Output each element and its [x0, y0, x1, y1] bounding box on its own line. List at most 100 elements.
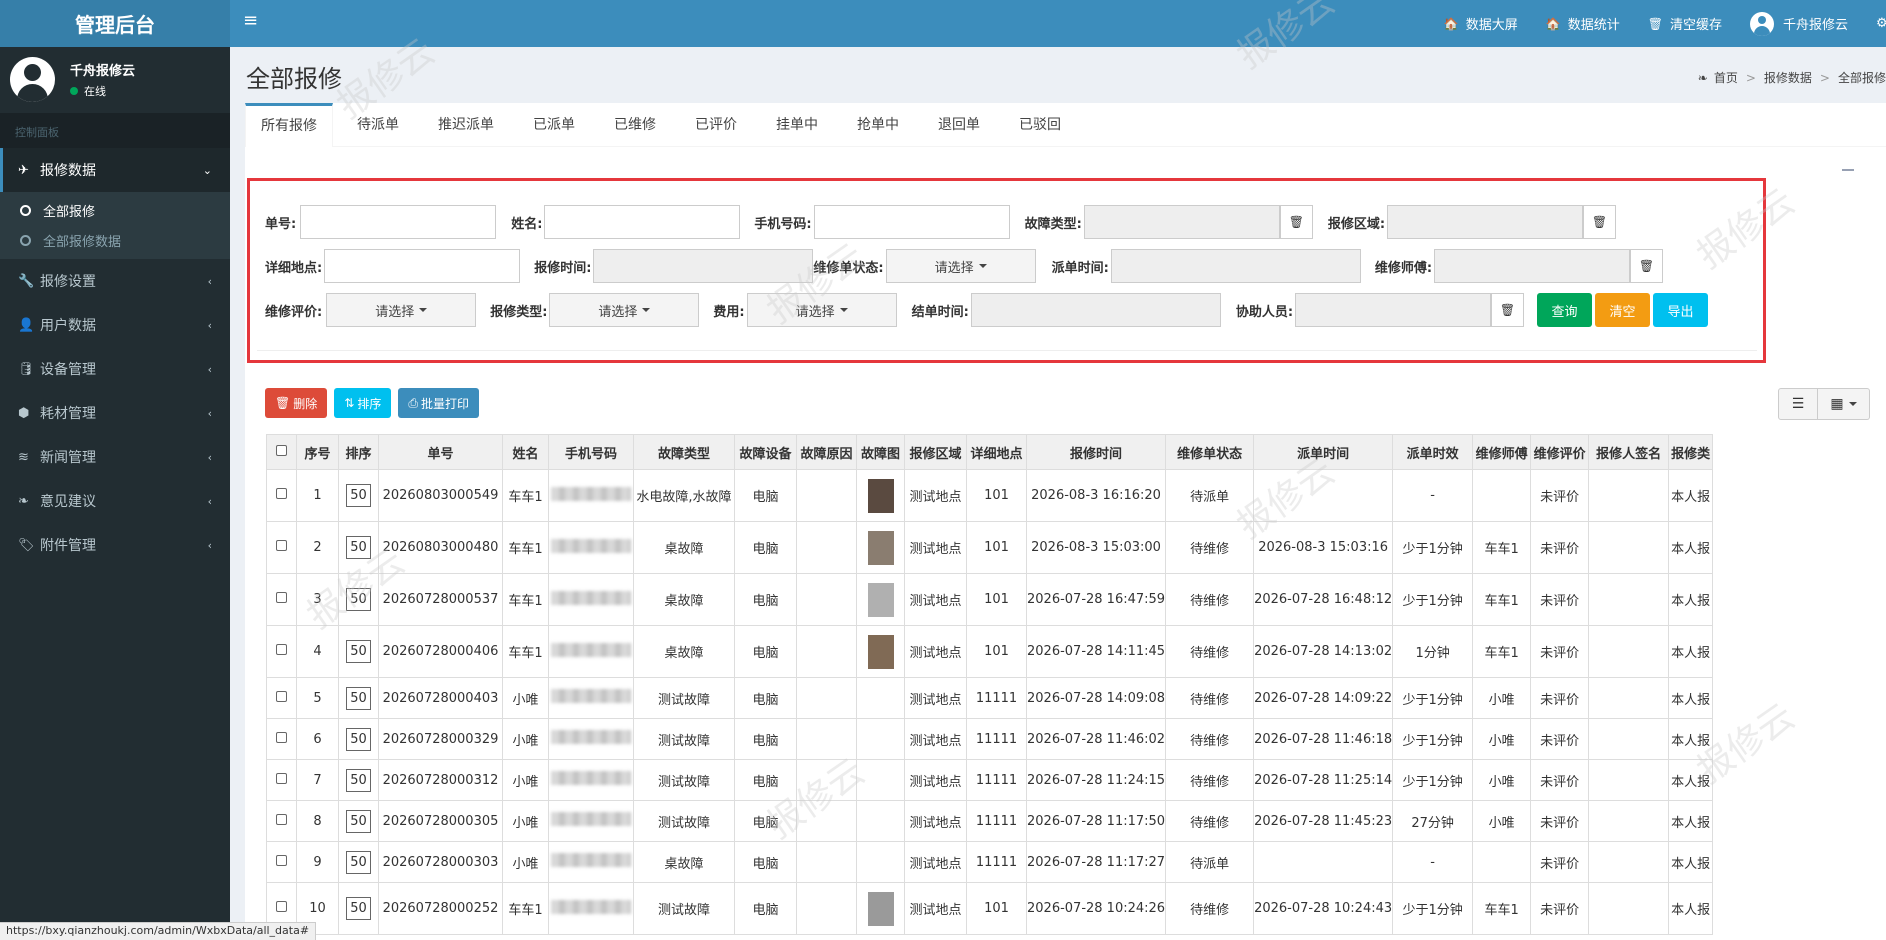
row-checkbox[interactable] — [266, 718, 297, 760]
sort-button[interactable]: ⇅ 排序 — [334, 388, 392, 418]
column-header[interactable]: 报修区域 — [904, 434, 967, 470]
rating-select[interactable]: 请选择 — [326, 293, 477, 327]
fee-select[interactable]: 请选择 — [746, 293, 897, 327]
sidebar-item-news[interactable]: ≋ 新闻管理 ‹ — [0, 435, 230, 479]
query-button[interactable]: 查询 — [1537, 293, 1593, 327]
fault-image-thumbnail[interactable] — [867, 634, 894, 669]
columns-grid-icon[interactable]: ▦ — [1818, 388, 1870, 420]
column-header[interactable]: 故障原因 — [796, 434, 857, 470]
table-row[interactable]: 5 50 20260728000403 小唯 测试故障 电脑 测试地点 11111 2026-0… — [266, 677, 1714, 719]
menu-toggle-icon[interactable]: ≡ — [243, 10, 258, 31]
table-row[interactable]: 9 50 20260728000303 小唯 桌故障 电脑 测试地点 11111 2026-07… — [266, 841, 1714, 883]
user-menu[interactable]: 千舟报修云 — [1749, 11, 1848, 36]
column-header[interactable]: 派单时间 — [1253, 434, 1394, 470]
close-time-input[interactable] — [970, 293, 1221, 327]
column-header[interactable]: 故障类型 — [633, 434, 735, 470]
tab-dispatched[interactable]: 已派单 — [518, 103, 590, 147]
delete-button[interactable]: 🗑 删除 — [265, 388, 328, 418]
trash-icon[interactable]: 🗑 — [1279, 205, 1313, 239]
sort-input[interactable]: 50 — [346, 536, 371, 559]
table-row[interactable]: 8 50 20260728000305 小唯 测试故障 电脑 测试地点 11111 2026-0… — [266, 800, 1714, 842]
trash-icon[interactable]: 🗑 — [1583, 205, 1617, 239]
breadcrumb-repair-data[interactable]: 报修数据 — [1764, 69, 1812, 86]
sort-input[interactable]: 50 — [346, 588, 371, 611]
row-checkbox[interactable] — [266, 841, 297, 883]
sort-input[interactable]: 50 — [346, 686, 371, 710]
list-view-icon[interactable]: ☰ — [1778, 388, 1818, 420]
select-all-checkbox[interactable] — [266, 434, 297, 470]
data-stats-link[interactable]: 🏠 数据统计 — [1546, 14, 1620, 34]
tab-rejected[interactable]: 已驳回 — [1004, 103, 1076, 147]
table-row[interactable]: 7 50 20260728000312 小唯 测试故障 电脑 测试地点 11111 2026-0… — [266, 759, 1714, 801]
sidebar-subitem-all-repair-data[interactable]: 全部报修数据 — [0, 225, 230, 255]
sidebar-item-repair-settings[interactable]: 🔧 报修设置 ‹ — [0, 259, 230, 303]
order-no-input[interactable] — [300, 205, 497, 239]
table-row[interactable]: 1 50 20260803000549 车车1 水电故障,水故障 电脑 测试地点 101 202… — [266, 469, 1714, 522]
status-select[interactable]: 请选择 — [885, 249, 1036, 283]
export-button[interactable]: 导出 — [1653, 293, 1709, 327]
column-header[interactable]: 维修师傅 — [1472, 434, 1532, 470]
collapse-minus-icon[interactable] — [1842, 169, 1854, 171]
table-row[interactable]: 4 50 20260728000406 车车1 桌故障 电脑 测试地点 101 2026-07-… — [266, 625, 1714, 678]
column-header[interactable]: 手机号码 — [548, 434, 634, 470]
column-header[interactable]: 故障图 — [856, 434, 905, 470]
column-header[interactable]: 姓名 — [502, 434, 549, 470]
column-header[interactable]: 维修单状态 — [1165, 434, 1255, 470]
tab-grabbing[interactable]: 抢单中 — [842, 103, 914, 147]
tab-postponed[interactable]: 推迟派单 — [423, 103, 509, 147]
report-type-select[interactable]: 请选择 — [549, 293, 700, 327]
sort-input[interactable]: 50 — [346, 640, 371, 663]
column-header[interactable]: 报修人签名 — [1588, 434, 1670, 470]
column-header[interactable]: 序号 — [296, 434, 339, 470]
clear-button[interactable]: 清空 — [1595, 293, 1651, 327]
fault-image-thumbnail[interactable] — [867, 582, 894, 617]
tab-pending-dispatch[interactable]: 待派单 — [342, 103, 414, 147]
sort-input[interactable]: 50 — [346, 809, 371, 833]
sort-input[interactable]: 50 — [346, 897, 371, 920]
phone-input[interactable] — [813, 205, 1010, 239]
sort-input[interactable]: 50 — [346, 768, 371, 792]
row-checkbox[interactable] — [266, 573, 297, 626]
sidebar-item-repair-data[interactable]: ✈ 报修数据 ⌄ — [0, 148, 230, 192]
sort-input[interactable]: 50 — [346, 850, 371, 874]
row-checkbox[interactable] — [266, 800, 297, 842]
sort-input[interactable]: 50 — [346, 484, 371, 507]
row-checkbox[interactable] — [266, 521, 297, 574]
fault-image-thumbnail[interactable] — [867, 530, 894, 565]
sidebar-subitem-all-repairs[interactable]: 全部报修 — [0, 195, 230, 225]
data-screen-link[interactable]: 🏠 数据大屏 — [1444, 14, 1518, 34]
dispatch-time-input[interactable] — [1110, 249, 1361, 283]
column-header[interactable]: 派单时效 — [1392, 434, 1474, 470]
column-header[interactable]: 报修时间 — [1025, 434, 1167, 470]
row-checkbox[interactable] — [266, 759, 297, 801]
sidebar-item-attachments[interactable]: 🏷 附件管理 ‹ — [0, 523, 230, 567]
tab-all[interactable]: 所有报修 — [245, 103, 333, 147]
tab-repaired[interactable]: 已维修 — [599, 103, 671, 147]
table-row[interactable]: 10 50 20260728000252 车车1 测试故障 电脑 测试地点 101 2026-0… — [266, 882, 1714, 935]
sidebar-item-device-mgmt[interactable]: 🛢 设备管理 ‹ — [0, 347, 230, 391]
column-header[interactable]: 详细地点 — [966, 434, 1027, 470]
tab-rated[interactable]: 已评价 — [680, 103, 752, 147]
column-header[interactable]: 故障设备 — [734, 434, 797, 470]
batch-print-button[interactable]: ⎙ 批量打印 — [398, 388, 479, 418]
column-header[interactable]: 排序 — [338, 434, 379, 470]
report-time-input[interactable] — [593, 249, 814, 283]
table-row[interactable]: 2 50 20260803000480 车车1 桌故障 电脑 测试地点 101 2026-08-… — [266, 521, 1714, 574]
brand-logo[interactable]: 管理后台 — [0, 0, 230, 47]
fault-image-thumbnail[interactable] — [867, 891, 894, 926]
trash-icon[interactable]: 🗑 — [1491, 293, 1525, 327]
address-input[interactable] — [324, 249, 521, 283]
worker-input[interactable] — [1434, 249, 1631, 283]
fault-image-thumbnail[interactable] — [867, 478, 894, 513]
fault-type-input[interactable] — [1083, 205, 1280, 239]
table-row[interactable]: 3 50 20260728000537 车车1 桌故障 电脑 测试地点 101 2026-07-… — [266, 573, 1714, 626]
column-header[interactable]: 维修评价 — [1530, 434, 1590, 470]
sort-input[interactable]: 50 — [346, 727, 371, 751]
column-header[interactable]: 单号 — [378, 434, 503, 470]
breadcrumb-home[interactable]: 首页 — [1714, 69, 1738, 86]
trash-icon[interactable]: 🗑 — [1630, 249, 1664, 283]
column-header[interactable]: 报修类 — [1668, 434, 1714, 470]
table-row[interactable]: 6 50 20260728000329 小唯 测试故障 电脑 测试地点 11111 2026-0… — [266, 718, 1714, 760]
row-checkbox[interactable] — [266, 469, 297, 522]
row-checkbox[interactable] — [266, 677, 297, 719]
